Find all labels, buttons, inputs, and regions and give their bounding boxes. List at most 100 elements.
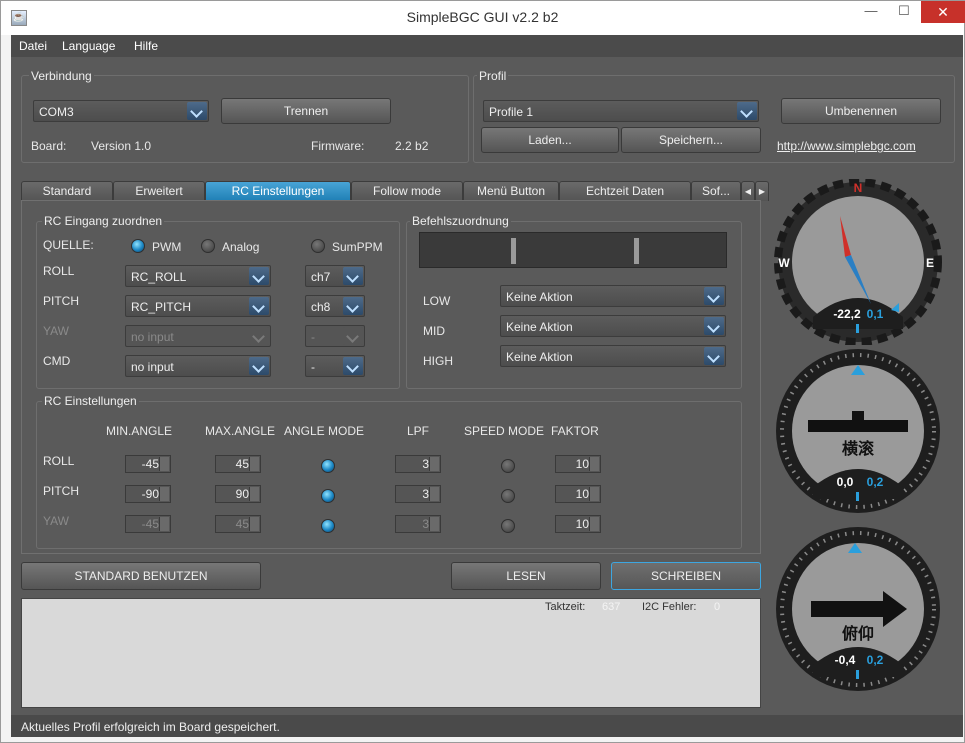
- menu-datei[interactable]: Datei: [19, 39, 47, 53]
- i2c-errors-label: I2C Fehler:: [642, 601, 697, 613]
- tab-erweitert[interactable]: Erweitert: [113, 181, 205, 201]
- roll-horizon-center: [852, 411, 864, 421]
- close-button[interactable]: ✕: [921, 1, 965, 23]
- window-title: SimpleBGC GUI v2.2 b2: [406, 9, 559, 25]
- cycle-time-label: Taktzeit:: [545, 601, 586, 613]
- command-range-bar: [419, 232, 727, 268]
- pitch-max-angle-stepper[interactable]: 90: [215, 485, 261, 503]
- yaw-max-angle-stepper: 45: [215, 515, 261, 533]
- menu-hilfe[interactable]: Hilfe: [134, 39, 158, 53]
- compass-north-label: N: [854, 181, 863, 195]
- tab-follow-mode[interactable]: Follow mode: [351, 181, 463, 201]
- pitch-angle-mode-toggle[interactable]: [321, 489, 335, 503]
- high-action-select[interactable]: Keine Aktion: [500, 345, 726, 367]
- compass-value: -22,2: [833, 307, 861, 321]
- disconnect-button[interactable]: Trennen: [221, 98, 391, 124]
- tab-echtzeit-daten[interactable]: Echtzeit Daten: [559, 181, 691, 201]
- range-marker-high[interactable]: [634, 238, 639, 264]
- source-label: QUELLE:: [43, 238, 94, 252]
- roll-min-angle-stepper[interactable]: -45: [125, 455, 171, 473]
- roll-angle-mode-toggle[interactable]: [321, 459, 335, 473]
- pitch-index-marker: [856, 670, 859, 679]
- header-speed-mode: SPEED MODE: [464, 424, 545, 438]
- write-button[interactable]: SCHREIBEN: [611, 562, 761, 590]
- roll-secondary-value: 0,2: [867, 475, 884, 489]
- profile-group-label: Profil: [477, 69, 509, 83]
- compass-east-label: E: [926, 256, 934, 270]
- roll-horizon-bar: [808, 420, 908, 432]
- roll-index-marker: [856, 492, 859, 501]
- high-label: HIGH: [423, 354, 453, 368]
- website-link[interactable]: http://www.simplebgc.com: [777, 139, 916, 153]
- roll-label: ROLL: [43, 264, 75, 278]
- roll-factor-stepper[interactable]: 10: [555, 455, 601, 473]
- yaw-speed-mode-toggle[interactable]: [501, 519, 515, 533]
- profile-select[interactable]: Profile 1: [483, 100, 759, 122]
- radio-pwm[interactable]: [131, 239, 145, 253]
- pitch-min-angle-stepper[interactable]: -90: [125, 485, 171, 503]
- roll-axis-label: 横滚: [842, 439, 875, 458]
- pitch-speed-mode-toggle[interactable]: [501, 489, 515, 503]
- header-factor: FAKTOR: [551, 424, 599, 438]
- chevron-down-icon: [249, 327, 269, 345]
- header-lpf: LPF: [407, 424, 430, 438]
- pitch-gauge: 俯仰 -0,4 0,2: [776, 527, 940, 691]
- pitch-secondary-value: 0,2: [867, 653, 884, 667]
- radio-sumppm[interactable]: [311, 239, 325, 253]
- chevron-down-icon: [249, 357, 269, 375]
- roll-max-angle-stepper[interactable]: 45: [215, 455, 261, 473]
- roll-speed-mode-toggle[interactable]: [501, 459, 515, 473]
- cmd-channel-select[interactable]: -: [305, 355, 365, 377]
- use-defaults-button[interactable]: STANDARD BENUTZEN: [21, 562, 261, 590]
- title-bar: ☕ SimpleBGC GUI v2.2 b2 — ☐ ✕: [1, 1, 965, 35]
- tab-scroll-right-icon[interactable]: ▶: [755, 181, 769, 201]
- roll-channel-select[interactable]: ch7: [305, 265, 365, 287]
- yaw-min-angle-stepper: -45: [125, 515, 171, 533]
- pitch-lpf-stepper[interactable]: 3: [395, 485, 441, 503]
- board-value: Version 1.0: [91, 139, 152, 153]
- header-min-angle: MIN.ANGLE: [106, 424, 173, 438]
- tab-standard[interactable]: Standard: [21, 181, 113, 201]
- minimize-button[interactable]: —: [856, 1, 886, 23]
- firmware-value: 2.2 b2: [395, 139, 429, 153]
- read-button[interactable]: LESEN: [451, 562, 601, 590]
- menu-language[interactable]: Language: [62, 39, 115, 53]
- pitch-label: PITCH: [43, 294, 79, 308]
- range-marker-low[interactable]: [511, 238, 516, 264]
- mid-action-select[interactable]: Keine Aktion: [500, 315, 726, 337]
- pitch-factor-stepper[interactable]: 10: [555, 485, 601, 503]
- cmd-label: CMD: [43, 354, 71, 368]
- rename-button[interactable]: Umbenennen: [781, 98, 941, 124]
- save-button[interactable]: Speichern...: [621, 127, 761, 153]
- status-bar: Aktuelles Profil erfolgreich im Board ge…: [11, 715, 963, 737]
- low-action-select[interactable]: Keine Aktion: [500, 285, 726, 307]
- tab-rc-einstellungen[interactable]: RC Einstellungen: [205, 181, 351, 201]
- settings-pitch-label: PITCH: [43, 484, 79, 498]
- board-label: Board:: [31, 139, 67, 153]
- header-max-angle: MAX.ANGLE: [205, 424, 276, 438]
- pitch-input-select[interactable]: RC_PITCH: [125, 295, 271, 317]
- maximize-button[interactable]: ☐: [889, 1, 919, 23]
- connection-group-label: Verbindung: [29, 69, 94, 83]
- tab-software[interactable]: Sof...: [691, 181, 741, 201]
- compass-index-marker: [856, 324, 859, 333]
- rc-settings-group-label: RC Einstellungen: [42, 394, 139, 408]
- chevron-down-icon: [704, 317, 724, 335]
- roll-lpf-stepper[interactable]: 3: [395, 455, 441, 473]
- radio-analog[interactable]: [201, 239, 215, 253]
- mid-label: MID: [423, 324, 445, 338]
- pitch-value: -0,4: [835, 653, 856, 667]
- header-angle-mode: ANGLE MODE: [284, 424, 365, 438]
- tab-menu-button[interactable]: Menü Button: [463, 181, 559, 201]
- tab-scroll-left-icon[interactable]: ◀: [741, 181, 755, 201]
- port-select[interactable]: COM3: [33, 100, 209, 122]
- i2c-errors-value: 0: [714, 601, 721, 613]
- log-area: Taktzeit: 637 I2C Fehler: 0: [21, 598, 761, 708]
- rc-input-group-label: RC Eingang zuordnen: [42, 214, 165, 228]
- pitch-channel-select[interactable]: ch8: [305, 295, 365, 317]
- roll-input-select[interactable]: RC_ROLL: [125, 265, 271, 287]
- yaw-angle-mode-toggle[interactable]: [321, 519, 335, 533]
- load-button[interactable]: Laden...: [481, 127, 619, 153]
- yaw-factor-stepper[interactable]: 10: [555, 515, 601, 533]
- cmd-input-select[interactable]: no input: [125, 355, 271, 377]
